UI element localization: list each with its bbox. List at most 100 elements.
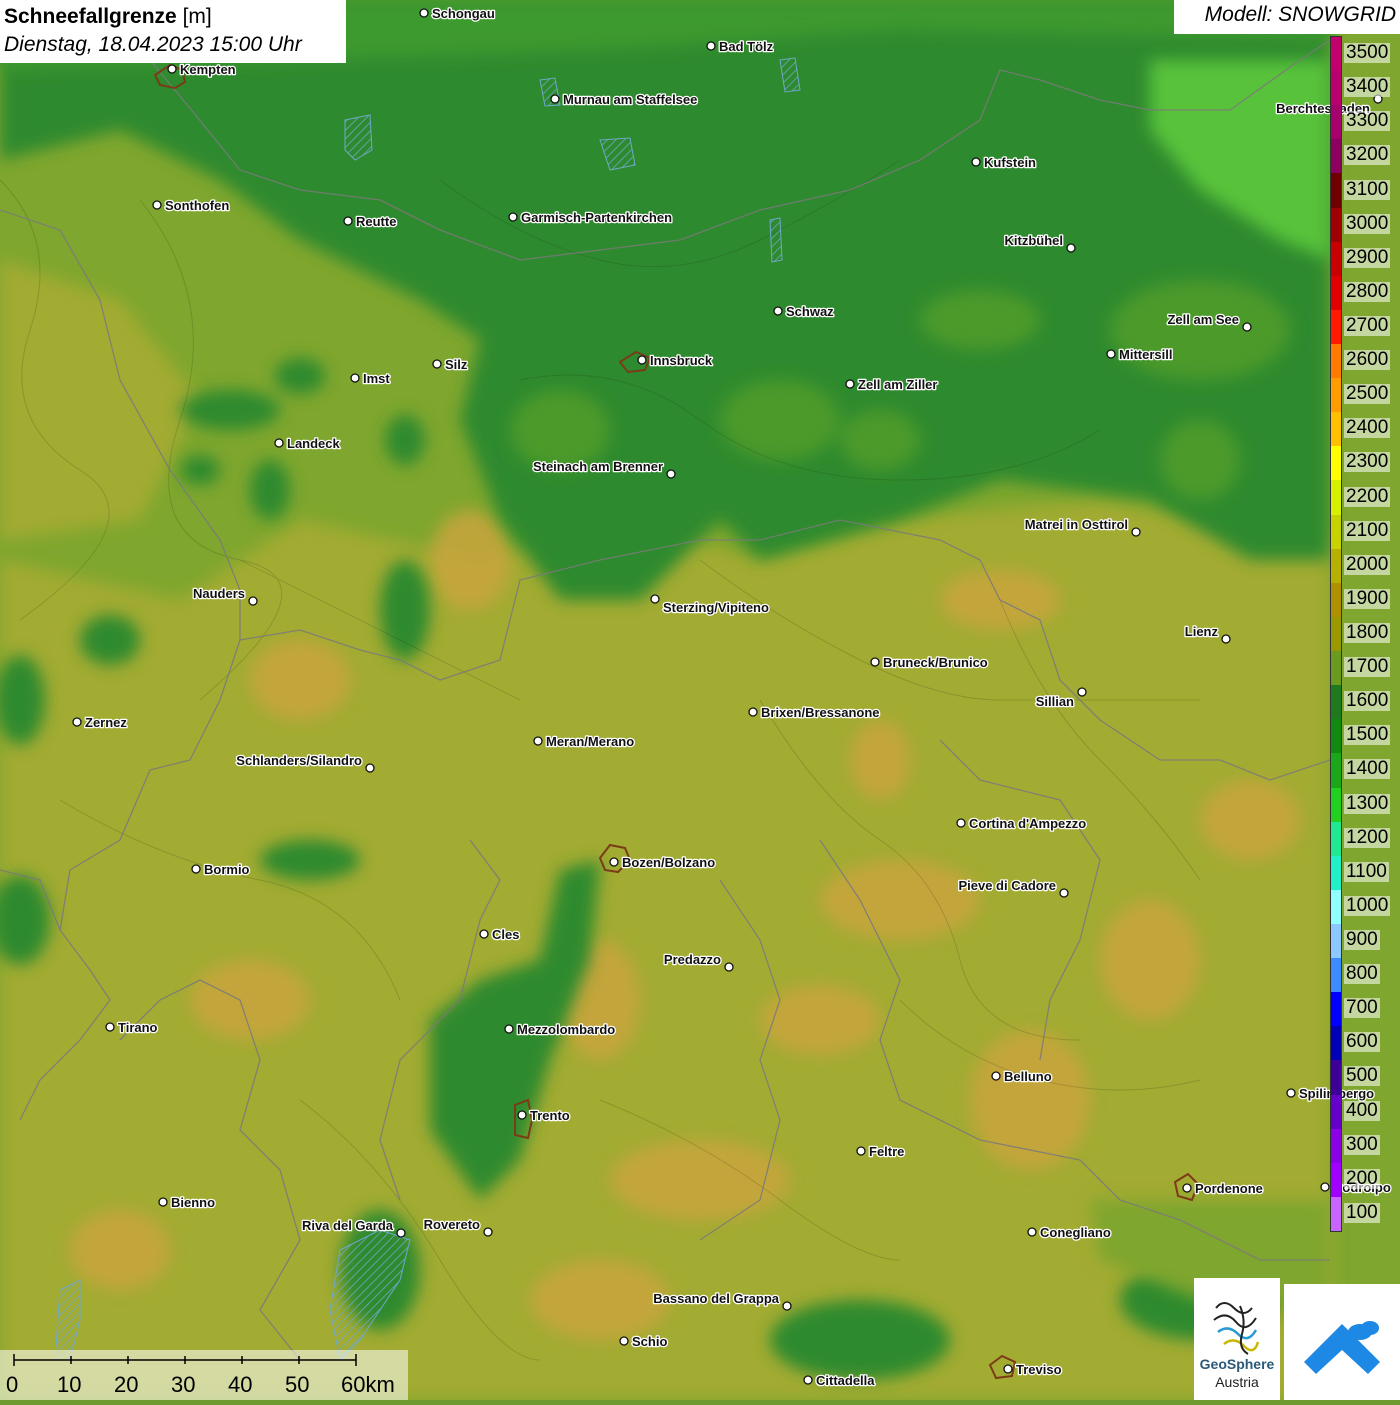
city-dot-icon	[396, 1228, 406, 1238]
city-dot-icon	[419, 8, 429, 18]
legend-label: 1900	[1344, 587, 1391, 609]
legend-color-swatch	[1331, 923, 1341, 959]
city-label: Treviso	[1016, 1362, 1062, 1377]
city-label: Pieve di Cadore	[958, 878, 1056, 893]
city-label: Bienno	[171, 1195, 215, 1210]
legend-label: 1400	[1344, 758, 1391, 780]
city-label: Murnau am Staffelsee	[563, 92, 697, 107]
map-datetime: Dienstag, 18.04.2023 15:00 Uhr	[4, 33, 302, 56]
city-label: Zell am Ziller	[858, 377, 937, 392]
city-marker[interactable]: Cortina d'Ampezzo	[956, 815, 1088, 832]
city-label: Nauders	[193, 586, 245, 601]
city-label: Zell am See	[1167, 312, 1239, 327]
city-dot-icon	[637, 355, 647, 365]
app-logo[interactable]	[1284, 1284, 1400, 1400]
city-marker[interactable]: Conegliano	[1027, 1224, 1112, 1241]
legend-color-swatch	[1331, 1162, 1341, 1198]
city-marker[interactable]: Brixen/Bressanone	[748, 704, 881, 721]
city-dot-icon	[870, 657, 880, 667]
city-dot-icon	[991, 1071, 1001, 1081]
city-dot-icon	[1221, 634, 1231, 644]
city-label: Schio	[632, 1334, 667, 1349]
city-marker[interactable]: Bruneck/Brunico	[870, 654, 989, 671]
legend-label: 2200	[1344, 485, 1391, 507]
legend-label: 400	[1344, 1099, 1380, 1121]
legend-label: 1800	[1344, 622, 1391, 643]
city-dot-icon	[343, 216, 353, 226]
city-dot-icon	[1286, 1088, 1296, 1098]
city-dot-icon	[191, 864, 201, 874]
legend-color-swatch	[1331, 71, 1341, 106]
city-dot-icon	[1131, 527, 1141, 537]
city-marker[interactable]: Pordenone	[1182, 1180, 1264, 1197]
legend-colorbar	[1330, 36, 1342, 1232]
scale-label-20: 20	[114, 1372, 139, 1397]
color-legend: 3500 3400 3300 3200 3100 3000 2900 2800 2700 2600…	[1330, 36, 1400, 1232]
geosphere-austria-logo[interactable]: GeoSphere Austria	[1194, 1278, 1280, 1400]
city-dot-icon	[748, 707, 758, 717]
legend-label: 3100	[1344, 178, 1391, 200]
legend-color-swatch	[1331, 480, 1341, 516]
city-label: Tirano	[118, 1020, 158, 1035]
city-dot-icon	[609, 857, 619, 867]
geosphere-country: Austria	[1215, 1374, 1259, 1390]
scale-label-60km: 60km	[341, 1372, 395, 1397]
city-dot-icon	[971, 157, 981, 167]
city-marker[interactable]: Mezzolombardo	[504, 1021, 617, 1038]
city-dot-icon	[666, 469, 676, 479]
city-label: Mezzolombardo	[517, 1022, 615, 1037]
city-dot-icon	[706, 41, 716, 51]
scale-label-0: 0	[6, 1372, 19, 1397]
city-label: Kufstein	[984, 155, 1036, 170]
city-label: Cles	[492, 927, 519, 942]
city-label: Bozen/Bolzano	[622, 855, 715, 870]
legend-color-swatch	[1331, 548, 1341, 584]
city-label: Kempten	[180, 62, 236, 77]
city-dot-icon	[248, 596, 258, 606]
city-label: Riva del Garda	[302, 1218, 394, 1233]
legend-color-swatch	[1331, 719, 1341, 754]
scale-label-10: 10	[57, 1372, 82, 1397]
city-label: Trento	[530, 1108, 570, 1123]
city-marker[interactable]: Bozen/Bolzano	[609, 854, 717, 871]
city-label: Bassano del Grappa	[653, 1291, 779, 1306]
city-dot-icon	[167, 64, 177, 74]
city-label: Reutte	[356, 214, 396, 229]
legend-color-swatch	[1331, 1094, 1341, 1130]
city-dot-icon	[365, 763, 375, 773]
city-marker[interactable]: Schongau	[419, 5, 496, 22]
city-label: Bad Tölz	[719, 39, 774, 54]
city-marker[interactable]: Meran/Merano	[533, 733, 635, 750]
city-label: Kitzbühel	[1005, 233, 1064, 248]
legend-label: 3300	[1344, 110, 1391, 132]
map-unit: [m]	[182, 5, 212, 28]
city-marker[interactable]: Zell am Ziller	[845, 376, 939, 393]
city-label: Feltre	[869, 1144, 904, 1159]
city-marker[interactable]: Murnau am Staffelsee	[550, 91, 699, 108]
legend-color-swatch	[1331, 446, 1341, 481]
city-label: Conegliano	[1040, 1225, 1111, 1240]
legend-label: 600	[1344, 1031, 1380, 1053]
city-label: Imst	[363, 371, 390, 386]
legend-color-swatch	[1331, 855, 1341, 891]
legend-label: 3200	[1344, 144, 1391, 166]
city-label: Sterzing/Vipiteno	[663, 600, 769, 615]
scale-label-50: 50	[285, 1372, 310, 1397]
legend-color-swatch	[1331, 992, 1341, 1027]
legend-label: 1500	[1344, 724, 1391, 746]
city-marker[interactable]: Innsbruck	[637, 352, 714, 369]
legend-label: 3500	[1344, 42, 1391, 64]
legend-label: 2600	[1344, 349, 1391, 371]
city-dot-icon	[1320, 1182, 1330, 1192]
legend-color-swatch	[1331, 514, 1341, 550]
legend-label: 3000	[1344, 212, 1391, 234]
legend-color-swatch	[1331, 105, 1341, 140]
legend-label: 300	[1344, 1133, 1380, 1155]
city-label: Silz	[445, 357, 468, 372]
city-dot-icon	[1106, 349, 1116, 359]
city-marker[interactable]: Garmisch-Partenkirchen	[508, 209, 673, 226]
city-label: Cortina d'Ampezzo	[969, 816, 1086, 831]
legend-color-swatch	[1331, 651, 1341, 686]
city-label: Meran/Merano	[546, 734, 634, 749]
city-marker[interactable]: Sonthofen	[152, 197, 231, 214]
